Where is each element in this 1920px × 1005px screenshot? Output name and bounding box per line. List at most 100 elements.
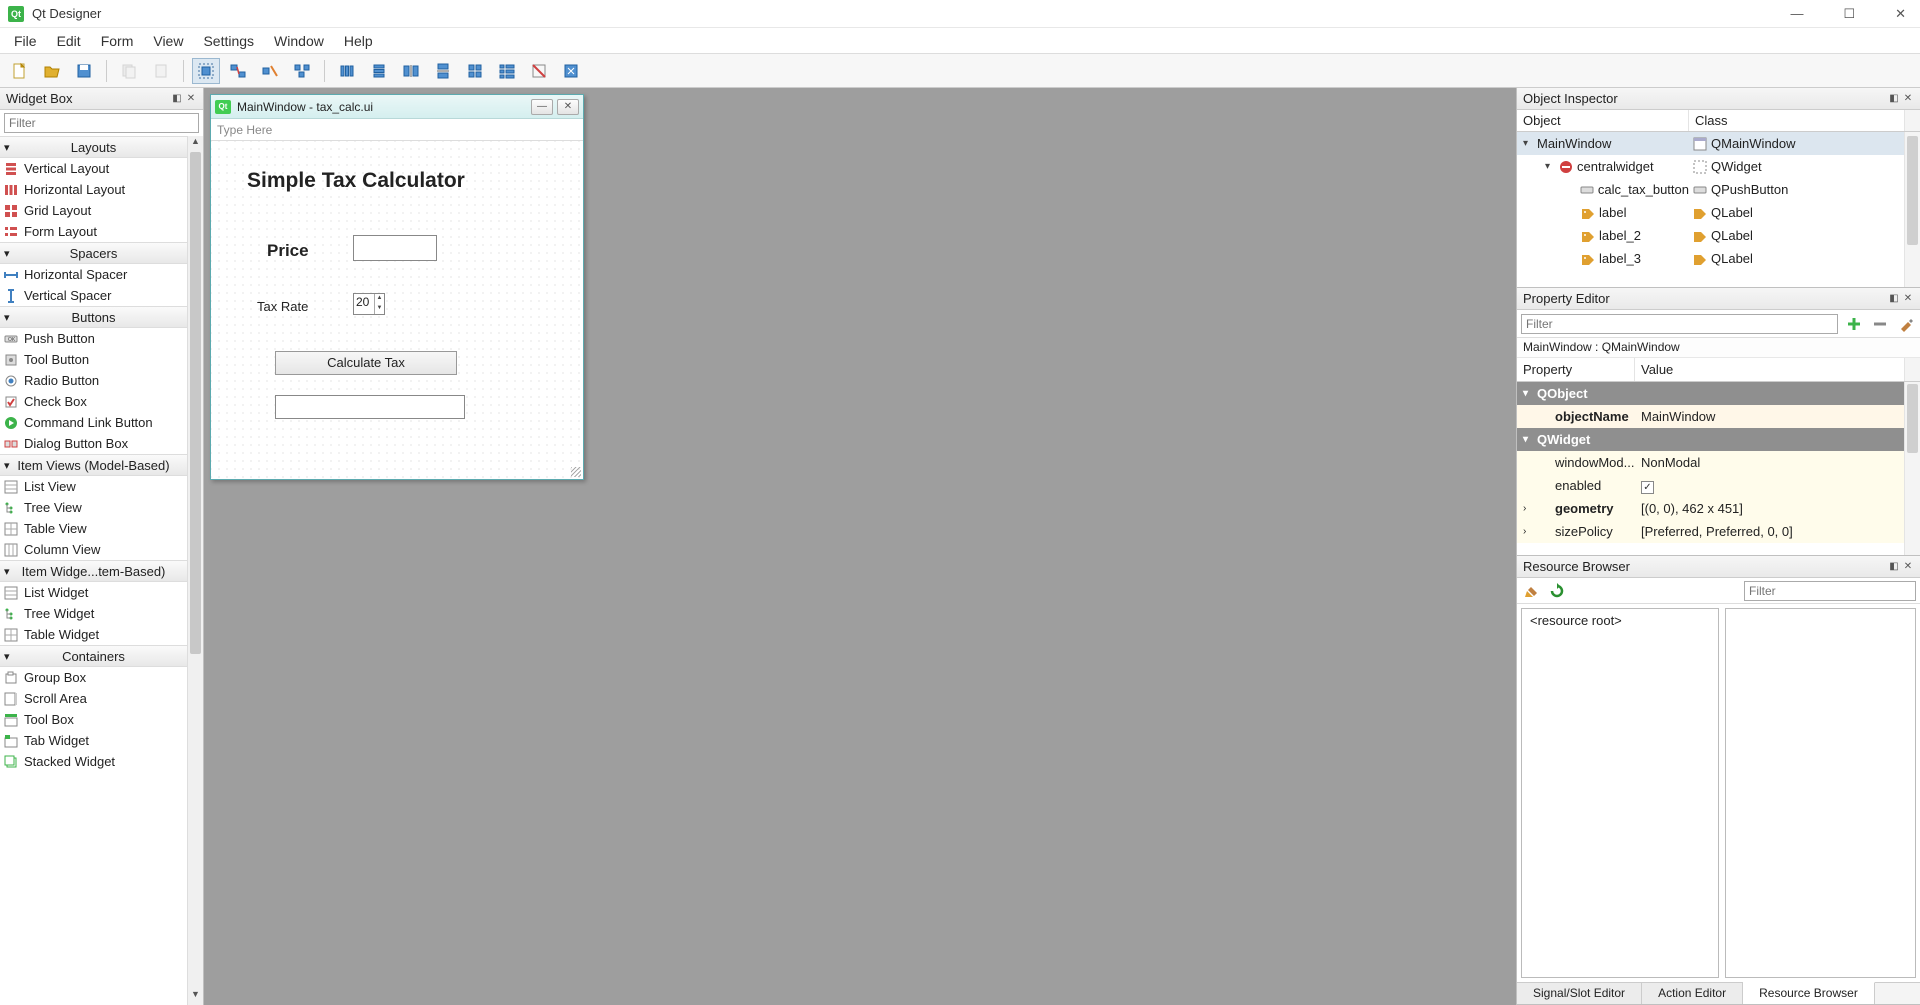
widget-item[interactable]: Stacked Widget	[0, 751, 187, 772]
property-add-button[interactable]	[1844, 314, 1864, 334]
oi-row[interactable]: ▾MainWindowQMainWindow	[1517, 132, 1920, 155]
form-menubar[interactable]: Type Here	[211, 119, 583, 141]
dock-float-icon[interactable]: ◧	[171, 93, 183, 104]
form-close-button[interactable]: ✕	[557, 99, 579, 115]
property-config-button[interactable]	[1896, 314, 1916, 334]
widget-box-filter[interactable]	[4, 113, 199, 133]
dock-tab[interactable]: Signal/Slot Editor	[1517, 983, 1642, 1004]
oi-row[interactable]: labelQLabel	[1517, 201, 1920, 224]
menu-edit[interactable]: Edit	[47, 30, 91, 52]
widget-item[interactable]: Horizontal Layout	[0, 179, 187, 200]
close-button[interactable]: ✕	[1889, 6, 1912, 22]
widget-item[interactable]: Tool Box	[0, 709, 187, 730]
form-titlebar[interactable]: Qt MainWindow - tax_calc.ui ― ✕	[211, 95, 583, 119]
form-heading-label[interactable]: Simple Tax Calculator	[247, 169, 465, 193]
property-row[interactable]: windowMod...NonModal	[1517, 451, 1920, 474]
form-minimize-button[interactable]: ―	[531, 99, 553, 115]
widget-item[interactable]: Table Widget	[0, 624, 187, 645]
tool-adjust-size[interactable]	[557, 58, 585, 84]
menu-help[interactable]: Help	[334, 30, 383, 52]
widget-category[interactable]: ▾Item Widge...tem-Based)	[0, 560, 187, 582]
property-editor-filter[interactable]	[1521, 314, 1838, 334]
tool-layout-vsplit[interactable]	[429, 58, 457, 84]
dock-close-icon[interactable]: ✕	[1902, 561, 1914, 572]
form-window[interactable]: Qt MainWindow - tax_calc.ui ― ✕ Type Her…	[210, 94, 584, 480]
resource-edit-button[interactable]	[1521, 581, 1541, 601]
dock-float-icon[interactable]: ◧	[1888, 293, 1900, 304]
widget-category[interactable]: ▾Layouts	[0, 136, 187, 158]
widget-category[interactable]: ▾Containers	[0, 645, 187, 667]
oi-row[interactable]: ▾centralwidgetQWidget	[1517, 155, 1920, 178]
tool-layout-grid[interactable]	[461, 58, 489, 84]
property-editor-tree[interactable]: ▾QObjectobjectNameMainWindow▾QWidgetwind…	[1517, 382, 1920, 555]
pe-col-value[interactable]: Value	[1635, 358, 1904, 381]
tool-save[interactable]	[70, 58, 98, 84]
widget-box-scrollbar[interactable]: ▲▼	[187, 136, 203, 1005]
design-canvas[interactable]: Qt MainWindow - tax_calc.ui ― ✕ Type Her…	[204, 88, 1516, 1005]
widget-item[interactable]: Form Layout	[0, 221, 187, 242]
menu-window[interactable]: Window	[264, 30, 334, 52]
widget-category[interactable]: ▾Spacers	[0, 242, 187, 264]
widget-item[interactable]: OKPush Button	[0, 328, 187, 349]
oi-row[interactable]: calc_tax_buttonQPushButton	[1517, 178, 1920, 201]
menu-form[interactable]: Form	[91, 30, 144, 52]
resource-browser-filter[interactable]	[1744, 581, 1916, 601]
checkbox-checked-icon[interactable]: ✓	[1641, 481, 1654, 494]
tool-break-layout[interactable]	[525, 58, 553, 84]
resource-preview[interactable]	[1725, 608, 1916, 978]
form-price-input[interactable]	[353, 235, 437, 261]
tool-layout-h[interactable]	[333, 58, 361, 84]
property-row[interactable]: ›geometry[(0, 0), 462 x 451]	[1517, 497, 1920, 520]
widget-item[interactable]: List Widget	[0, 582, 187, 603]
resource-reload-button[interactable]	[1547, 581, 1567, 601]
tool-open[interactable]	[38, 58, 66, 84]
form-output-field[interactable]	[275, 395, 465, 419]
widget-category[interactable]: ▾Buttons	[0, 306, 187, 328]
tool-layout-hsplit[interactable]	[397, 58, 425, 84]
widget-item[interactable]: Tab Widget	[0, 730, 187, 751]
menu-file[interactable]: File	[4, 30, 47, 52]
oi-row[interactable]: label_2QLabel	[1517, 224, 1920, 247]
widget-item[interactable]: Vertical Spacer	[0, 285, 187, 306]
form-taxrate-label[interactable]: Tax Rate	[257, 299, 308, 314]
dock-close-icon[interactable]: ✕	[1902, 93, 1914, 104]
property-row[interactable]: ›sizePolicy[Preferred, Preferred, 0, 0]	[1517, 520, 1920, 543]
form-body[interactable]: Simple Tax Calculator Price Tax Rate 20 …	[211, 141, 583, 479]
widget-item[interactable]: Check Box	[0, 391, 187, 412]
widget-item[interactable]: Grid Layout	[0, 200, 187, 221]
widget-item[interactable]: Horizontal Spacer	[0, 264, 187, 285]
menu-settings[interactable]: Settings	[193, 30, 264, 52]
widget-item[interactable]: Dialog Button Box	[0, 433, 187, 454]
dock-float-icon[interactable]: ◧	[1888, 93, 1900, 104]
widget-item[interactable]: List View	[0, 476, 187, 497]
property-group[interactable]: ▾QWidget	[1517, 428, 1920, 451]
widget-item[interactable]: Table View	[0, 518, 187, 539]
pe-scrollbar[interactable]	[1904, 382, 1920, 555]
tool-edit-signals[interactable]	[224, 58, 252, 84]
spinbox-arrows[interactable]: ▲▼	[374, 294, 384, 314]
widget-item[interactable]: Group Box	[0, 667, 187, 688]
dock-float-icon[interactable]: ◧	[1888, 561, 1900, 572]
object-inspector-tree[interactable]: ▾MainWindowQMainWindow▾centralwidgetQWid…	[1517, 132, 1920, 287]
oi-row[interactable]: label_3QLabel	[1517, 247, 1920, 270]
dock-close-icon[interactable]: ✕	[185, 93, 197, 104]
property-group[interactable]: ▾QObject	[1517, 382, 1920, 405]
pe-col-property[interactable]: Property	[1517, 358, 1635, 381]
widget-item[interactable]: Tool Button	[0, 349, 187, 370]
maximize-button[interactable]: ☐	[1837, 6, 1861, 22]
tool-layout-v[interactable]	[365, 58, 393, 84]
widget-item[interactable]: Vertical Layout	[0, 158, 187, 179]
form-taxrate-value[interactable]: 20	[354, 294, 374, 314]
minimize-button[interactable]: ―	[1784, 6, 1809, 22]
dock-close-icon[interactable]: ✕	[1902, 293, 1914, 304]
tool-new[interactable]	[6, 58, 34, 84]
form-size-grip[interactable]	[571, 467, 581, 477]
oi-scrollbar[interactable]	[1904, 132, 1920, 287]
dock-tab[interactable]: Resource Browser	[1743, 982, 1875, 1004]
form-menu-placeholder[interactable]: Type Here	[217, 123, 272, 137]
dock-tab[interactable]: Action Editor	[1642, 983, 1743, 1004]
property-row[interactable]: enabled✓	[1517, 474, 1920, 497]
widget-item[interactable]: Scroll Area	[0, 688, 187, 709]
menu-view[interactable]: View	[143, 30, 193, 52]
widget-item[interactable]: Radio Button	[0, 370, 187, 391]
